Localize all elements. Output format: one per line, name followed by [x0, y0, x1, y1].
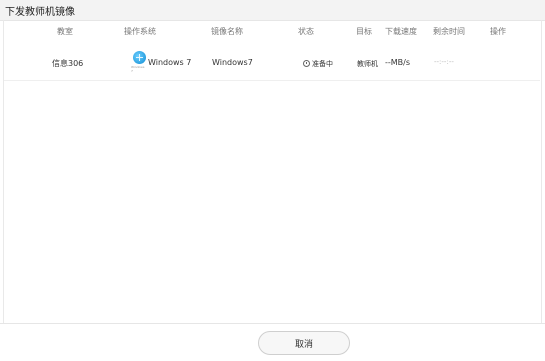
header-target: 目标	[356, 27, 372, 36]
windows-logo-text: Windows 7	[131, 65, 145, 73]
cell-download-speed: --MB/s	[385, 58, 411, 67]
windows-logo-icon: Windows 7	[131, 51, 147, 73]
dialog-right-border	[541, 20, 542, 323]
header-image-name: 镜像名称	[211, 27, 243, 36]
cell-classroom: 信息306	[52, 59, 84, 68]
dialog-title-bar: 下发教师机镜像	[0, 0, 545, 21]
header-remaining-time: 剩余时间	[433, 27, 465, 36]
clock-icon	[303, 60, 310, 67]
cell-target: 教师机	[357, 60, 378, 68]
cell-status: 准备中	[312, 60, 333, 68]
header-os: 操作系统	[124, 27, 156, 36]
download-image-dialog: 下发教师机镜像 教室 操作系统 镜像名称 状态 目标 下载速度 剩余时间 操作 …	[0, 0, 545, 361]
header-download-speed: 下载速度	[385, 27, 417, 36]
header-actions: 操作	[490, 27, 506, 36]
cell-remaining-time: --:--:--	[434, 58, 454, 66]
cancel-button[interactable]: 取消	[258, 331, 350, 355]
header-status: 状态	[298, 27, 314, 36]
cell-image-name: Windows7	[212, 58, 253, 67]
cell-os: Windows 7	[148, 58, 192, 67]
table-row[interactable]: 信息306 Windows 7 Windows 7 Windows7 准备中 教…	[4, 44, 540, 81]
header-classroom: 教室	[57, 27, 73, 36]
dialog-title: 下发教师机镜像	[5, 7, 75, 18]
table-header: 教室 操作系统 镜像名称 状态 目标 下载速度 剩余时间 操作	[4, 20, 540, 44]
dialog-footer: 取消	[0, 324, 545, 361]
